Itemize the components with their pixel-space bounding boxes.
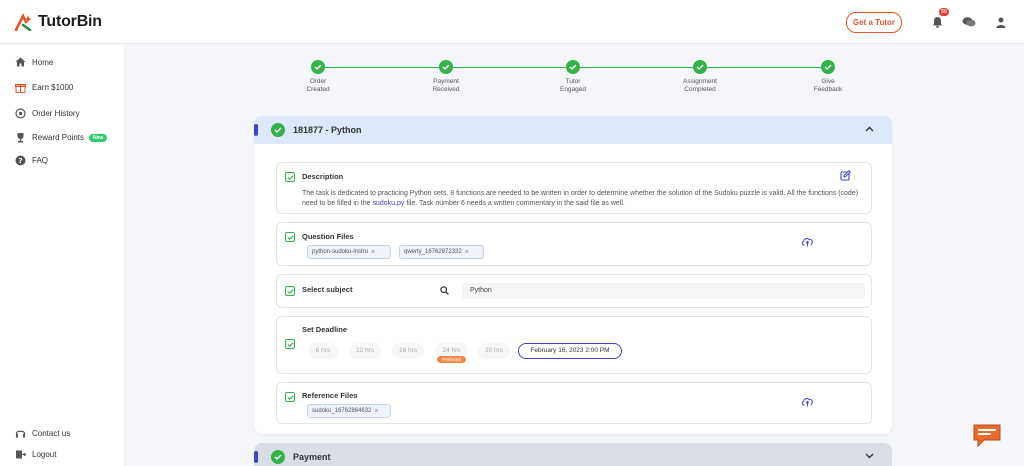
sidebar-item-label: Logout xyxy=(32,450,57,459)
sidebar: Home Earn $1000 Order History Reward Poi… xyxy=(0,45,125,466)
messages-button[interactable] xyxy=(958,11,980,33)
check-icon xyxy=(285,232,295,242)
payment-panel-header[interactable]: Payment xyxy=(254,443,892,466)
payment-panel: Payment xyxy=(254,443,892,466)
check-circle-icon xyxy=(271,123,285,137)
deadline-option-6hrs[interactable]: 6 hrs xyxy=(308,343,338,359)
order-progress-stepper: Order Created Payment Received Tutor Engage… xyxy=(300,60,850,100)
sidebar-item-label: Contact us xyxy=(32,429,71,438)
deadline-card: Set Deadline 6 hrs 12 hrs 16 hrs 24 hrs … xyxy=(276,316,872,374)
description-title: Description xyxy=(302,172,344,181)
reference-files-card: Reference Files sudoku_16762864632 × xyxy=(276,382,872,424)
trophy-icon xyxy=(17,133,24,143)
question-files-title: Question Files xyxy=(302,232,354,241)
step-give-feedback: Give Feedback xyxy=(798,60,858,94)
sidebar-item-logout[interactable]: Logout xyxy=(15,449,56,460)
description-card: Description The task is dedicated to pra… xyxy=(276,162,872,214)
gift-icon xyxy=(15,84,26,93)
step-check-icon xyxy=(566,60,580,74)
get-a-tutor-button[interactable]: Get a Tutor xyxy=(845,11,902,33)
deadline-option-16hrs[interactable]: 16 hrs xyxy=(392,343,424,359)
edit-icon[interactable] xyxy=(840,170,851,181)
search-icon xyxy=(440,286,449,295)
sidebar-item-label: FAQ xyxy=(32,156,49,165)
step-check-icon xyxy=(439,60,453,74)
deadline-option-30hrs[interactable]: 30 hrs xyxy=(478,343,510,359)
user-icon xyxy=(996,17,1006,28)
order-panel: 181877 - Python Description The task is … xyxy=(254,116,892,434)
subject-card: Select subject Python xyxy=(276,274,872,308)
step-order-created: Order Created xyxy=(288,60,348,94)
payment-panel-title: Payment xyxy=(293,452,331,462)
remove-file-icon[interactable]: × xyxy=(371,249,375,256)
upload-cloud-icon[interactable] xyxy=(801,396,814,407)
help-icon: ? xyxy=(15,155,26,166)
step-payment-received: Payment Received xyxy=(416,60,476,94)
subject-title: Select subject xyxy=(302,285,353,294)
sidebar-item-label: Earn $1000 xyxy=(32,83,74,92)
brand-name: TutorBin xyxy=(38,12,102,30)
sidebar-item-label: Reward Points xyxy=(32,133,85,142)
bell-icon xyxy=(932,17,942,28)
question-file-chip[interactable]: python-sudoku-instru × xyxy=(307,245,391,259)
order-panel-title: 181877 - Python xyxy=(293,125,362,135)
logout-icon xyxy=(16,450,26,459)
step-assignment-completed: Assignment Completed xyxy=(670,60,730,94)
reference-file-chip[interactable]: sudoku_16762864632 × xyxy=(307,404,391,418)
svg-text:?: ? xyxy=(18,157,22,165)
sidebar-item-home[interactable]: Home xyxy=(15,57,53,67)
sidebar-item-earn[interactable]: Earn $1000 xyxy=(15,82,73,93)
order-panel-header[interactable]: 181877 - Python xyxy=(254,116,892,144)
remove-file-icon[interactable]: × xyxy=(465,249,469,256)
sidebar-item-reward-points[interactable]: Reward Points New xyxy=(15,132,108,143)
subject-input[interactable]: Python xyxy=(462,283,865,299)
sidebar-item-label: Order History xyxy=(32,109,80,118)
profile-button[interactable] xyxy=(990,11,1012,33)
live-chat-button[interactable] xyxy=(972,423,1002,451)
upload-cloud-icon[interactable] xyxy=(801,236,814,247)
sidebar-item-contact-us[interactable]: Contact us xyxy=(15,428,70,439)
chevron-up-icon[interactable] xyxy=(865,126,874,132)
chat-bubble-icon xyxy=(973,424,1001,448)
sudoku-file-link[interactable]: sudoku.py xyxy=(372,200,404,207)
check-icon xyxy=(285,286,295,296)
description-text: The task is dedicated to practicing Pyth… xyxy=(302,190,859,207)
question-files-card: Question Files python-sudoku-instru × qwe… xyxy=(276,222,872,266)
sidebar-item-faq[interactable]: ? FAQ xyxy=(15,155,48,166)
step-tutor-engaged: Tutor Engaged xyxy=(543,60,603,94)
notifications-button[interactable]: 50 xyxy=(926,8,949,33)
check-icon xyxy=(285,172,295,182)
panel-accent-bar xyxy=(254,451,258,463)
reference-files-title: Reference Files xyxy=(302,391,358,400)
preferred-badge: Preferred xyxy=(437,356,466,363)
home-icon xyxy=(15,57,26,67)
deadline-title: Set Deadline xyxy=(302,325,348,334)
sidebar-item-order-history[interactable]: Order History xyxy=(15,108,80,119)
top-header: TutorBin Get a Tutor 50 xyxy=(0,0,1024,44)
history-icon xyxy=(15,108,26,119)
sidebar-item-label: Home xyxy=(32,57,54,67)
check-icon xyxy=(285,392,295,402)
question-file-chip[interactable]: qwerty_16762872332 × xyxy=(399,245,484,259)
notification-badge: 50 xyxy=(939,8,949,16)
tutorbin-logo-icon xyxy=(14,12,32,31)
step-check-icon xyxy=(693,60,707,74)
brand-logo[interactable]: TutorBin xyxy=(14,13,102,31)
chat-icon xyxy=(962,17,976,27)
remove-file-icon[interactable]: × xyxy=(374,408,378,415)
step-check-icon xyxy=(821,60,835,74)
deadline-option-12hrs[interactable]: 12 hrs xyxy=(349,343,381,359)
panel-accent-bar xyxy=(254,124,258,136)
headset-icon xyxy=(15,430,26,438)
step-check-icon xyxy=(311,60,325,74)
new-badge: New xyxy=(89,133,108,142)
chevron-down-icon[interactable] xyxy=(865,453,874,459)
deadline-date-picker[interactable]: February 16, 2023 2:00 PM xyxy=(518,343,622,359)
check-circle-icon xyxy=(271,450,285,464)
check-icon xyxy=(285,339,295,349)
